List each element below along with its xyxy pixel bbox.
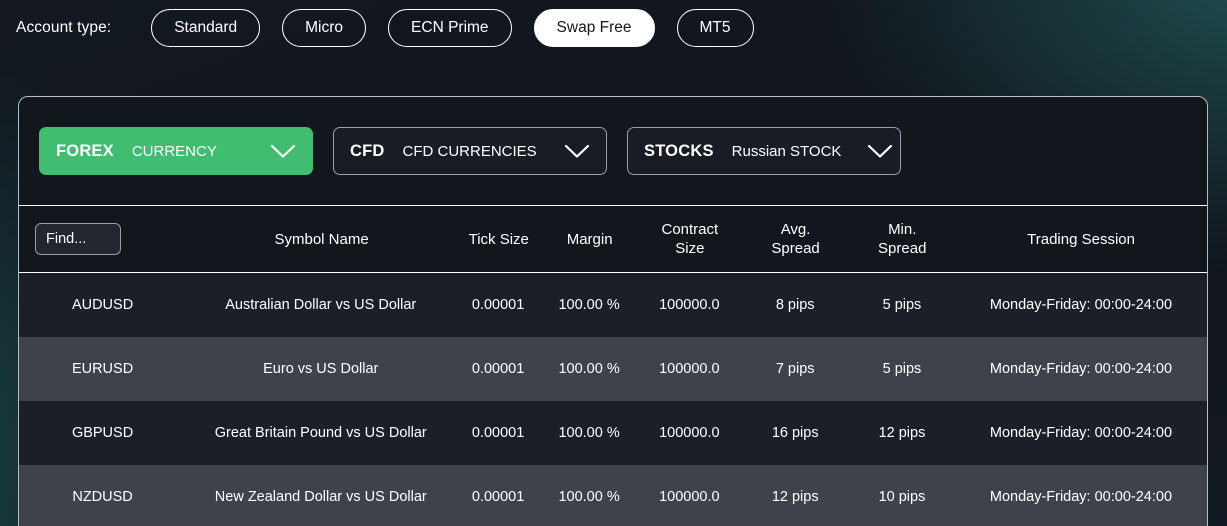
account-type-swap-free[interactable]: Swap Free (533, 9, 655, 47)
column-header-contract-size-line2: Size (675, 240, 705, 257)
cell-min-spread: 12 pips (878, 424, 926, 441)
cell-name: New Zealand Dollar vs US Dollar (214, 488, 427, 505)
selector-cfd[interactable]: CFD CFD CURRENCIES (333, 127, 607, 175)
selector-forex-category: FOREX (56, 141, 114, 160)
cell-name: Great Britain Pound vs US Dollar (214, 424, 427, 441)
cell-margin: 100.00 % (558, 360, 620, 377)
market-selector-row: FOREX CURRENCY CFD CFD CURRENCIES STOCKS… (19, 97, 1207, 205)
chevron-down-icon (244, 144, 296, 159)
cell-margin: 100.00 % (558, 488, 620, 505)
selector-cfd-category: CFD (350, 141, 385, 160)
search-cell (19, 223, 187, 255)
account-type-micro[interactable]: Micro (282, 9, 367, 47)
cell-tick-size: 0.00001 (471, 488, 525, 505)
column-header-avg-spread-line2: Spread (771, 240, 820, 257)
cell-tick-size: 0.00001 (471, 424, 525, 441)
cell-min-spread: 5 pips (882, 296, 922, 313)
cell-name: Euro vs US Dollar (263, 360, 379, 377)
cell-tick-size: 0.00001 (471, 360, 525, 377)
table-row[interactable]: GBPUSD Great Britain Pound vs US Dollar … (19, 401, 1207, 465)
chevron-down-icon (841, 144, 893, 159)
cell-trading-session: Monday-Friday: 00:00-24:00 (989, 360, 1173, 377)
instruments-table: Symbol Name Tick Size Margin Contract Si… (19, 206, 1207, 526)
column-header-min-spread-line1: Min. (888, 221, 917, 238)
table-header-row: Symbol Name Tick Size Margin Contract Si… (19, 206, 1207, 272)
instruments-panel: FOREX CURRENCY CFD CFD CURRENCIES STOCKS… (18, 96, 1208, 526)
table-row[interactable]: NZDUSD New Zealand Dollar vs US Dollar 0… (19, 465, 1207, 526)
cell-trading-session: Monday-Friday: 00:00-24:00 (989, 488, 1173, 505)
column-header-avg-spread[interactable]: Avg. Spread (742, 220, 850, 258)
column-header-min-spread[interactable]: Min. Spread (849, 220, 955, 258)
account-type-label: Account type: (16, 19, 112, 36)
selector-forex[interactable]: FOREX CURRENCY (39, 127, 313, 175)
cell-avg-spread: 7 pips (775, 360, 815, 377)
selector-stocks-category: STOCKS (644, 141, 714, 160)
cell-contract-size: 100000.0 (659, 424, 720, 441)
cell-trading-session: Monday-Friday: 00:00-24:00 (989, 424, 1173, 441)
cell-symbol: AUDUSD (71, 296, 134, 313)
cell-symbol: GBPUSD (71, 424, 134, 441)
cell-trading-session: Monday-Friday: 00:00-24:00 (989, 296, 1173, 313)
selector-forex-value: CURRENCY (131, 142, 217, 160)
table-row[interactable]: AUDUSD Australian Dollar vs US Dollar 0.… (19, 273, 1207, 337)
cell-min-spread: 5 pips (882, 360, 922, 377)
cell-contract-size: 100000.0 (659, 488, 720, 505)
column-header-avg-spread-line1: Avg. (780, 221, 811, 238)
table-row[interactable]: EURUSD Euro vs US Dollar 0.00001 100.00 … (19, 337, 1207, 401)
cell-name: Australian Dollar vs US Dollar (225, 296, 417, 313)
cell-contract-size: 100000.0 (659, 360, 720, 377)
column-header-symbol-name[interactable]: Symbol Name (187, 230, 456, 249)
column-header-contract-size-line1: Contract (661, 221, 719, 238)
cell-contract-size: 100000.0 (659, 296, 720, 313)
column-header-margin[interactable]: Margin (541, 230, 637, 249)
selector-stocks-value: Russian STOCK (731, 142, 842, 160)
column-header-trading-session[interactable]: Trading Session (955, 230, 1207, 249)
cell-symbol: NZDUSD (72, 488, 133, 505)
cell-margin: 100.00 % (558, 296, 620, 313)
cell-avg-spread: 12 pips (771, 488, 819, 505)
account-type-standard[interactable]: Standard (151, 9, 261, 47)
cell-avg-spread: 16 pips (771, 424, 819, 441)
selector-cfd-value: CFD CURRENCIES (402, 142, 537, 160)
account-type-bar: Account type: Standard Micro ECN Prime S… (0, 0, 1227, 56)
cell-symbol: EURUSD (71, 360, 134, 377)
account-type-ecn-prime[interactable]: ECN Prime (388, 9, 512, 47)
account-type-mt5[interactable]: MT5 (676, 9, 754, 47)
column-header-tick-size[interactable]: Tick Size (456, 230, 541, 249)
selector-stocks[interactable]: STOCKS Russian STOCK (627, 127, 901, 175)
account-type-options: Standard Micro ECN Prime Swap Free MT5 (151, 9, 754, 47)
cell-tick-size: 0.00001 (471, 296, 525, 313)
cell-avg-spread: 8 pips (775, 296, 815, 313)
cell-min-spread: 10 pips (878, 488, 926, 505)
cell-margin: 100.00 % (558, 424, 620, 441)
column-header-min-spread-line2: Spread (878, 240, 927, 257)
search-input[interactable] (35, 223, 121, 255)
chevron-down-icon (538, 144, 590, 159)
column-header-contract-size[interactable]: Contract Size (638, 220, 742, 258)
